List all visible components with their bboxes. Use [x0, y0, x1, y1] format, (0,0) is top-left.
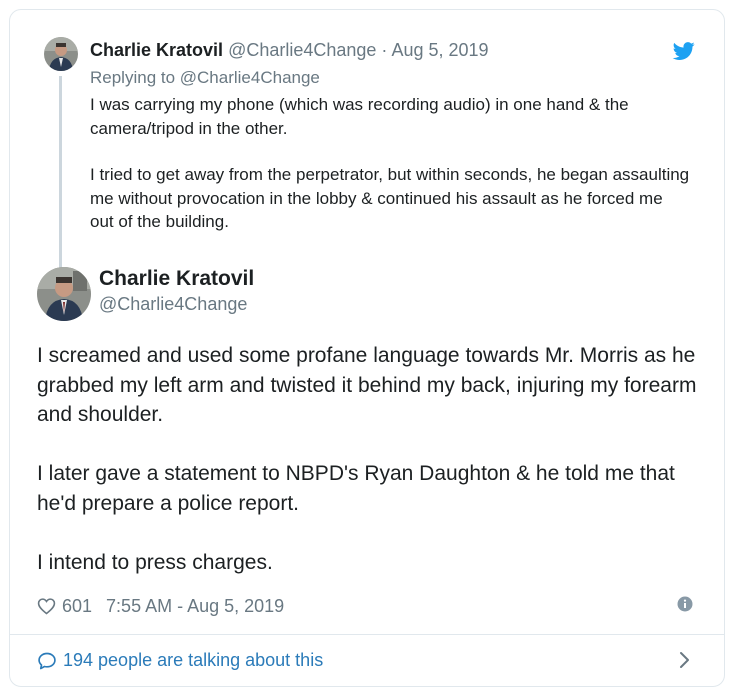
reply-author-handle[interactable]: @Charlie4Change [228, 40, 376, 60]
reply-author-name[interactable]: Charlie Kratovil [90, 40, 223, 60]
reply-paragraph: I tried to get away from the perpetrator… [90, 165, 690, 231]
speech-bubble-icon [38, 652, 56, 669]
reply-author-avatar[interactable] [44, 37, 78, 71]
main-author-name[interactable]: Charlie Kratovil [99, 267, 254, 291]
reply-author-line: Charlie Kratovil @Charlie4Change · Aug 5… [90, 40, 489, 61]
main-author-avatar[interactable] [37, 267, 91, 321]
chevron-right-icon[interactable] [678, 649, 692, 671]
heart-icon[interactable] [37, 597, 56, 615]
reply-paragraph: I was carrying my phone (which was recor… [90, 95, 629, 138]
thread-connector-line [59, 76, 62, 272]
reply-tweet-text: I was carrying my phone (which was recor… [90, 93, 690, 257]
tweet-timestamp[interactable]: 7:55 AM - Aug 5, 2019 [106, 596, 284, 617]
main-paragraph: I intend to press charges. [37, 550, 273, 574]
main-paragraph: I later gave a statement to NBPD's Ryan … [37, 462, 675, 515]
tweet-meta-row: 601 7:55 AM - Aug 5, 2019 [37, 595, 284, 617]
main-tweet-text: I screamed and used some profane languag… [37, 341, 717, 606]
conversation-link[interactable]: 194 people are talking about this [37, 650, 323, 671]
footer-divider [10, 634, 724, 635]
replying-to-label[interactable]: Replying to @Charlie4Change [90, 68, 320, 88]
like-count[interactable]: 601 [62, 596, 92, 617]
main-author-handle[interactable]: @Charlie4Change [99, 294, 247, 315]
embedded-tweet-card: Charlie Kratovil @Charlie4Change · Aug 5… [9, 9, 725, 687]
info-icon[interactable] [677, 596, 693, 612]
twitter-bird-icon[interactable] [672, 40, 696, 62]
main-paragraph: I screamed and used some profane languag… [37, 344, 697, 427]
reply-date[interactable]: Aug 5, 2019 [391, 40, 488, 60]
reply-separator: · [376, 40, 392, 60]
conversation-count-text[interactable]: 194 people are talking about this [63, 650, 323, 671]
